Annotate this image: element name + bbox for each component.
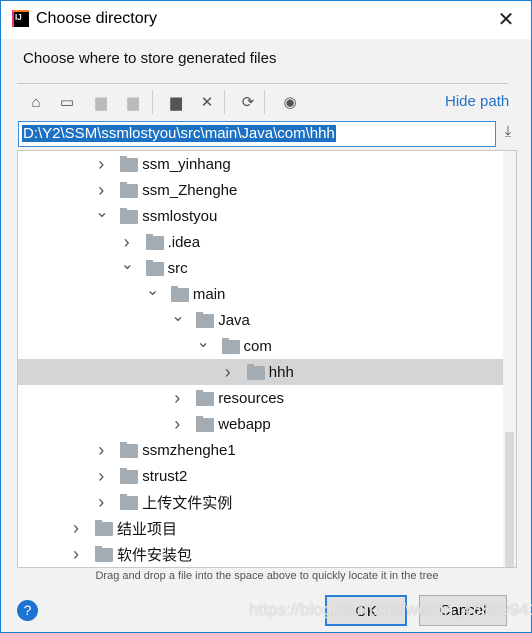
- folder-icon: [145, 234, 164, 250]
- tree-node-label: ssmlostyou: [142, 207, 218, 225]
- tree-node[interactable]: ⌄ src: [18, 255, 503, 281]
- intellij-logo-icon: IJ: [12, 10, 29, 27]
- tree-node-label: strust2: [142, 467, 188, 485]
- module-folder-icon[interactable]: ▆: [122, 92, 144, 114]
- choose-directory-dialog: IJ Choose directory ✕ Choose where to st…: [0, 0, 532, 633]
- chevron-down-icon[interactable]: ⌄: [171, 306, 184, 326]
- tree-node-label: ssm_Zhenghe: [142, 181, 238, 199]
- chevron-right-icon[interactable]: ›: [70, 544, 82, 565]
- folder-icon: [246, 364, 265, 380]
- folder-icon: [196, 416, 215, 432]
- chevron-right-icon[interactable]: ›: [171, 414, 183, 435]
- tree-node[interactable]: ⌄ main: [18, 281, 503, 307]
- chevron-down-icon[interactable]: ⌄: [95, 202, 108, 222]
- folder-icon: [120, 208, 139, 224]
- project-folder-icon[interactable]: ▆: [90, 92, 112, 114]
- folder-icon: [120, 494, 139, 510]
- dialog-title: Choose directory: [36, 10, 157, 27]
- folder-icon: [196, 312, 215, 328]
- chevron-right-icon[interactable]: ›: [95, 154, 107, 175]
- tree-node[interactable]: › .idea: [18, 229, 503, 255]
- folder-icon: [120, 442, 139, 458]
- folder-icon: [120, 156, 139, 172]
- desktop-icon[interactable]: ▭: [56, 92, 78, 114]
- directory-tree[interactable]: › 软件安装包 › 结业项目 › 上传文件实例 › strust2 › ssmzhenghe1 › w…: [17, 150, 517, 568]
- tree-node-label: ssm_yinhang: [142, 155, 231, 173]
- refresh-icon[interactable]: ⟳: [237, 92, 259, 114]
- chevron-right-icon[interactable]: ›: [95, 440, 107, 461]
- chevron-right-icon[interactable]: ›: [222, 362, 234, 383]
- divider: [17, 83, 508, 84]
- tree-node[interactable]: › ssm_yinhang: [18, 151, 503, 177]
- tree-node[interactable]: ⌄ Java: [18, 307, 503, 333]
- cancel-button[interactable]: Cancel: [419, 595, 507, 626]
- tree-node[interactable]: › strust2: [18, 463, 503, 489]
- ok-button[interactable]: OK: [325, 595, 407, 626]
- tree-node-label: webapp: [218, 415, 271, 433]
- tree-node[interactable]: › 上传文件实例: [18, 489, 503, 515]
- help-icon[interactable]: ?: [17, 600, 38, 621]
- path-input[interactable]: D:\Y2\SSM\ssmlostyou\src\main\Java\com\h…: [18, 121, 496, 147]
- close-button[interactable]: ✕: [491, 7, 521, 33]
- tree-node[interactable]: › ssm_Zhenghe: [18, 177, 503, 203]
- tree-node[interactable]: › ssmzhenghe1: [18, 437, 503, 463]
- tree-node-label: hhh: [268, 363, 294, 381]
- folder-icon: [170, 286, 189, 302]
- chevron-right-icon[interactable]: ›: [70, 518, 82, 539]
- tree-node-label: src: [167, 259, 188, 277]
- dialog-description: Choose where to store generated files: [23, 50, 277, 67]
- tree-node-label: .idea: [167, 233, 201, 251]
- tree-node-label: ssmzhenghe1: [142, 441, 236, 459]
- tree-node[interactable]: › resources: [18, 385, 503, 411]
- tree-node-label: Java: [218, 311, 250, 329]
- new-folder-icon[interactable]: ▆: [165, 92, 187, 114]
- tree-node-label: com: [243, 337, 272, 355]
- chevron-down-icon[interactable]: ⌄: [121, 254, 134, 274]
- hide-path-link[interactable]: Hide path: [445, 93, 509, 110]
- tree-node-label: main: [192, 285, 226, 303]
- chevron-right-icon[interactable]: ›: [171, 388, 183, 409]
- tree-node[interactable]: › 软件安装包: [18, 541, 503, 567]
- download-icon[interactable]: ⤓: [497, 123, 519, 145]
- drag-drop-hint: Drag and drop a file into the space abov…: [95, 570, 439, 582]
- toolbar-separator: [152, 90, 153, 114]
- tree-node[interactable]: › webapp: [18, 411, 503, 437]
- path-value: D:\Y2\SSM\ssmlostyou\src\main\Java\com\h…: [22, 125, 336, 142]
- tree-node-label: resources: [218, 389, 285, 407]
- tree-node[interactable]: › 结业项目: [18, 515, 503, 541]
- scrollbar[interactable]: [503, 151, 516, 567]
- toolbar-separator: [264, 90, 265, 114]
- chevron-right-icon[interactable]: ›: [95, 466, 107, 487]
- tree-node[interactable]: ⌄ com: [18, 333, 503, 359]
- folder-icon: [196, 390, 215, 406]
- delete-icon[interactable]: ✕: [196, 92, 218, 114]
- tree-node-label: 上传文件实例: [142, 494, 233, 512]
- folder-icon: [95, 520, 113, 536]
- folder-icon: [95, 546, 113, 562]
- title-bar: IJ Choose directory ✕: [1, 1, 531, 39]
- tree-node-label: 结业项目: [117, 520, 178, 538]
- tree-node-label: 软件安装包: [117, 546, 193, 564]
- chevron-right-icon[interactable]: ›: [121, 232, 133, 253]
- tree-node[interactable]: › hhh: [18, 359, 503, 385]
- folder-icon: [120, 468, 139, 484]
- folder-icon: [145, 260, 164, 276]
- toolbar-separator: [224, 90, 225, 114]
- chevron-right-icon[interactable]: ›: [95, 180, 107, 201]
- chevron-right-icon[interactable]: ›: [95, 492, 107, 513]
- chevron-down-icon[interactable]: ⌄: [197, 332, 210, 352]
- folder-icon: [120, 182, 139, 198]
- tree-node[interactable]: ⌄ ssmlostyou: [18, 203, 503, 229]
- home-icon[interactable]: ⌂: [25, 92, 47, 114]
- chevron-down-icon[interactable]: ⌄: [146, 280, 159, 300]
- folder-icon: [221, 338, 240, 354]
- scrollbar-thumb[interactable]: [505, 432, 514, 567]
- show-hidden-icon[interactable]: ◉: [279, 92, 301, 114]
